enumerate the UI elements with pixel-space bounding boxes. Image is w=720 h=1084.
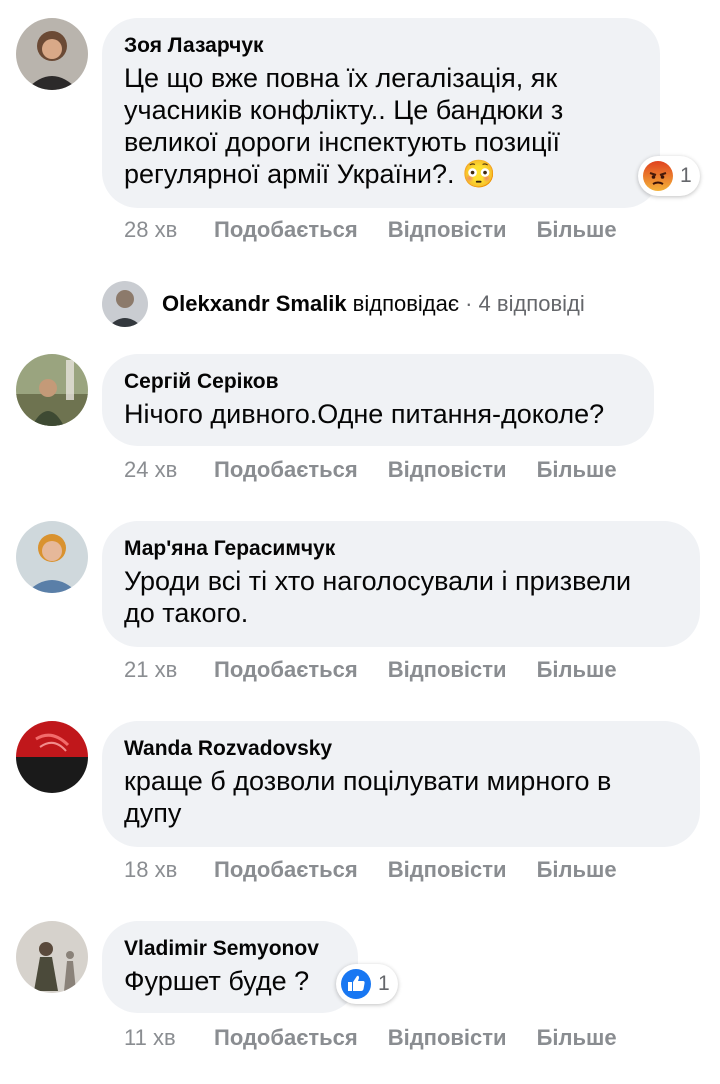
comment-timestamp[interactable]: 11 хв <box>124 1025 214 1051</box>
angry-icon <box>643 161 673 191</box>
comment-text-line: великої дороги інспектують позиції <box>124 127 561 157</box>
comment-author[interactable]: Зоя Лазарчук <box>124 32 638 60</box>
comment-timestamp[interactable]: 18 хв <box>124 857 214 883</box>
comment-timestamp[interactable]: 24 хв <box>124 457 214 483</box>
like-button[interactable]: Подобається <box>214 457 358 483</box>
like-icon <box>341 969 371 999</box>
comment-actions: 18 хв Подобається Відповісти Більше <box>124 857 647 883</box>
more-button[interactable]: Більше <box>537 1025 617 1051</box>
comment-text-line: Уроди всі ті хто наголосували і призвели <box>124 566 632 596</box>
reaction-badge[interactable]: 1 <box>638 156 700 196</box>
comment-timestamp[interactable]: 21 хв <box>124 657 214 683</box>
avatar[interactable] <box>16 921 88 993</box>
comment-author[interactable]: Мар'яна Герасимчук <box>124 535 678 563</box>
like-button[interactable]: Подобається <box>214 857 358 883</box>
comment-text-line: учасників конфлікту.. Це бандюки з <box>124 95 564 125</box>
comment-text-line: Фуршет буде ? <box>124 966 310 996</box>
comment-text-line: дупу <box>124 798 182 828</box>
avatar <box>102 281 148 327</box>
more-button[interactable]: Більше <box>537 857 617 883</box>
reply-verb: відповідає <box>352 291 460 316</box>
avatar[interactable] <box>16 354 88 426</box>
reply-count[interactable]: · 4 відповіді <box>465 291 585 317</box>
reaction-badge[interactable]: 1 <box>336 964 398 1004</box>
reply-button[interactable]: Відповісти <box>388 657 507 683</box>
view-replies-row[interactable]: Olekxandr Smalik відповідає · 4 відповід… <box>102 280 585 328</box>
comment-bubble: Vladimir Semyonov Фуршет буде ? <box>102 921 358 1013</box>
comment-author[interactable]: Vladimir Semyonov <box>124 935 336 963</box>
comment-bubble: Зоя Лазарчук Це що вже повна їх легаліза… <box>102 18 660 208</box>
like-button[interactable]: Подобається <box>214 657 358 683</box>
comment-bubble: Wanda Rozvadovsky краще б дозволи поцілу… <box>102 721 700 847</box>
comment-actions: 24 хв Подобається Відповісти Більше <box>124 457 647 483</box>
comment-bubble: Мар'яна Герасимчук Уроди всі ті хто наго… <box>102 521 700 647</box>
comment-text-line: регулярної армії України?. 😳 <box>124 159 496 189</box>
more-button[interactable]: Більше <box>537 457 617 483</box>
more-button[interactable]: Більше <box>537 217 617 243</box>
avatar[interactable] <box>16 521 88 593</box>
comment-actions: 11 хв Подобається Відповісти Більше <box>124 1025 647 1051</box>
reply-button[interactable]: Відповісти <box>388 1025 507 1051</box>
comment-author[interactable]: Wanda Rozvadovsky <box>124 735 678 763</box>
comment-text-line: краще б дозволи поцілувати мирного в <box>124 766 612 796</box>
comment-text-line: до такого. <box>124 598 249 628</box>
comment-timestamp[interactable]: 28 хв <box>124 217 214 243</box>
avatar[interactable] <box>16 18 88 90</box>
comment-author[interactable]: Сергій Серіков <box>124 368 632 396</box>
reply-button[interactable]: Відповісти <box>388 217 507 243</box>
reply-author[interactable]: Olekxandr Smalik <box>162 291 347 317</box>
reply-button[interactable]: Відповісти <box>388 457 507 483</box>
reply-button[interactable]: Відповісти <box>388 857 507 883</box>
like-button[interactable]: Подобається <box>214 217 358 243</box>
comment-actions: 21 хв Подобається Відповісти Більше <box>124 657 647 683</box>
like-button[interactable]: Подобається <box>214 1025 358 1051</box>
reaction-count: 1 <box>378 972 390 995</box>
comment-bubble: Сергій Серіков Нічого дивного.Одне питан… <box>102 354 654 446</box>
comment-text-line: Нічого дивного.Одне питання-доколе? <box>124 399 605 429</box>
more-button[interactable]: Більше <box>537 657 617 683</box>
comment-text-line: Це що вже повна їх легалізація, як <box>124 63 558 93</box>
comment-actions: 28 хв Подобається Відповісти Більше <box>124 217 647 243</box>
reaction-count: 1 <box>680 164 692 187</box>
avatar[interactable] <box>16 721 88 793</box>
